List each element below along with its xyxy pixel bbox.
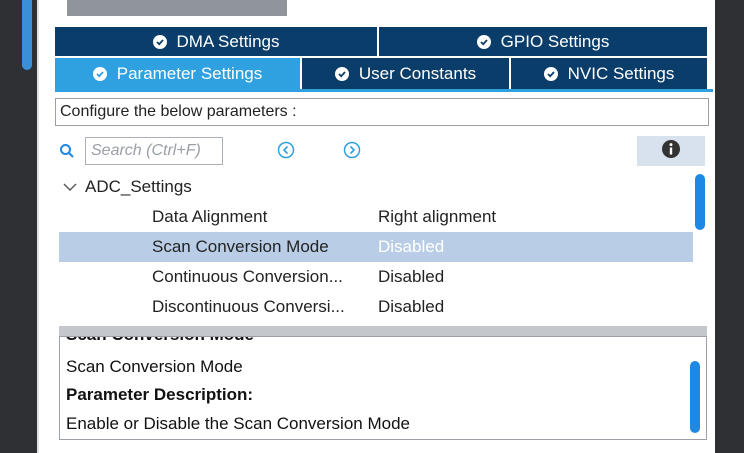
tree-row-selected[interactable]: Scan Conversion Mode Disabled [59,232,693,262]
configuration-panel: DMA Settings GPIO Settings Parameter Set… [37,0,717,453]
param-name: Discontinuous Conversi... [152,297,345,316]
description-heading: Parameter Description: [66,385,254,404]
tree-row[interactable]: Data Alignment Right alignment [59,202,693,232]
top-scroll-strip[interactable] [67,0,287,16]
chevron-down-icon[interactable] [63,182,77,192]
check-circle-icon [152,34,167,49]
check-circle-icon [334,66,349,81]
param-name: Scan Conversion Mode [152,237,329,256]
config-prompt: Configure the below parameters : [55,98,709,126]
right-background [715,0,744,453]
param-value[interactable]: Right alignment [378,207,496,227]
tab-label: NVIC Settings [567,63,675,83]
tab-parameter-settings[interactable]: Parameter Settings [55,58,300,89]
panel-splitter[interactable] [59,326,707,336]
check-circle-icon [92,66,107,81]
tab-label: User Constants [358,63,477,83]
description-scrollbar-thumb[interactable] [690,361,700,433]
param-name: Data Alignment [152,207,268,226]
param-name: Continuous Conversion... [152,267,343,286]
tab-label: DMA Settings [176,31,280,51]
chevron-right-icon[interactable] [343,141,361,159]
description-text: Enable or Disable the Scan Conversion Mo… [66,414,410,433]
tree-scrollbar-thumb[interactable] [695,174,705,230]
info-button[interactable] [637,136,705,166]
parameter-tree: ADC_Settings Data Alignment Right alignm… [59,172,693,326]
description-title: Scan Conversion Mode [66,357,243,376]
tab-gpio-settings[interactable]: GPIO Settings [379,27,707,56]
tree-group-label: ADC_Settings [85,177,192,196]
param-value[interactable]: Disabled [378,237,444,257]
tree-scrollbar[interactable] [695,172,705,326]
tab-label: Parameter Settings [116,63,263,83]
description-scrollbar[interactable] [690,337,700,439]
tab-label: GPIO Settings [500,31,610,51]
param-value[interactable]: Disabled [378,267,444,287]
settings-tabs: DMA Settings GPIO Settings Parameter Set… [55,27,707,89]
param-value[interactable]: Disabled [378,297,444,317]
tree-row[interactable]: Continuous Conversion... Disabled [59,262,693,292]
tree-row[interactable]: Discontinuous Conversi... Disabled [59,292,693,322]
tab-user-constants[interactable]: User Constants [302,58,509,89]
tab-dma-settings[interactable]: DMA Settings [55,27,377,56]
info-icon [661,139,681,164]
description-clipped-title: Scan Conversion Mode [66,337,254,345]
search-input[interactable] [85,137,223,165]
tab-underline [55,89,713,92]
description-panel: Scan Conversion Mode Scan Conversion Mod… [59,336,707,440]
tree-group-adc-settings[interactable]: ADC_Settings [63,177,192,197]
tab-nvic-settings[interactable]: NVIC Settings [511,58,707,89]
search-icon[interactable] [59,143,75,164]
chevron-left-icon[interactable] [277,141,295,159]
check-circle-icon [476,34,491,49]
check-circle-icon [543,66,558,81]
left-scroll-accent[interactable] [22,0,32,70]
